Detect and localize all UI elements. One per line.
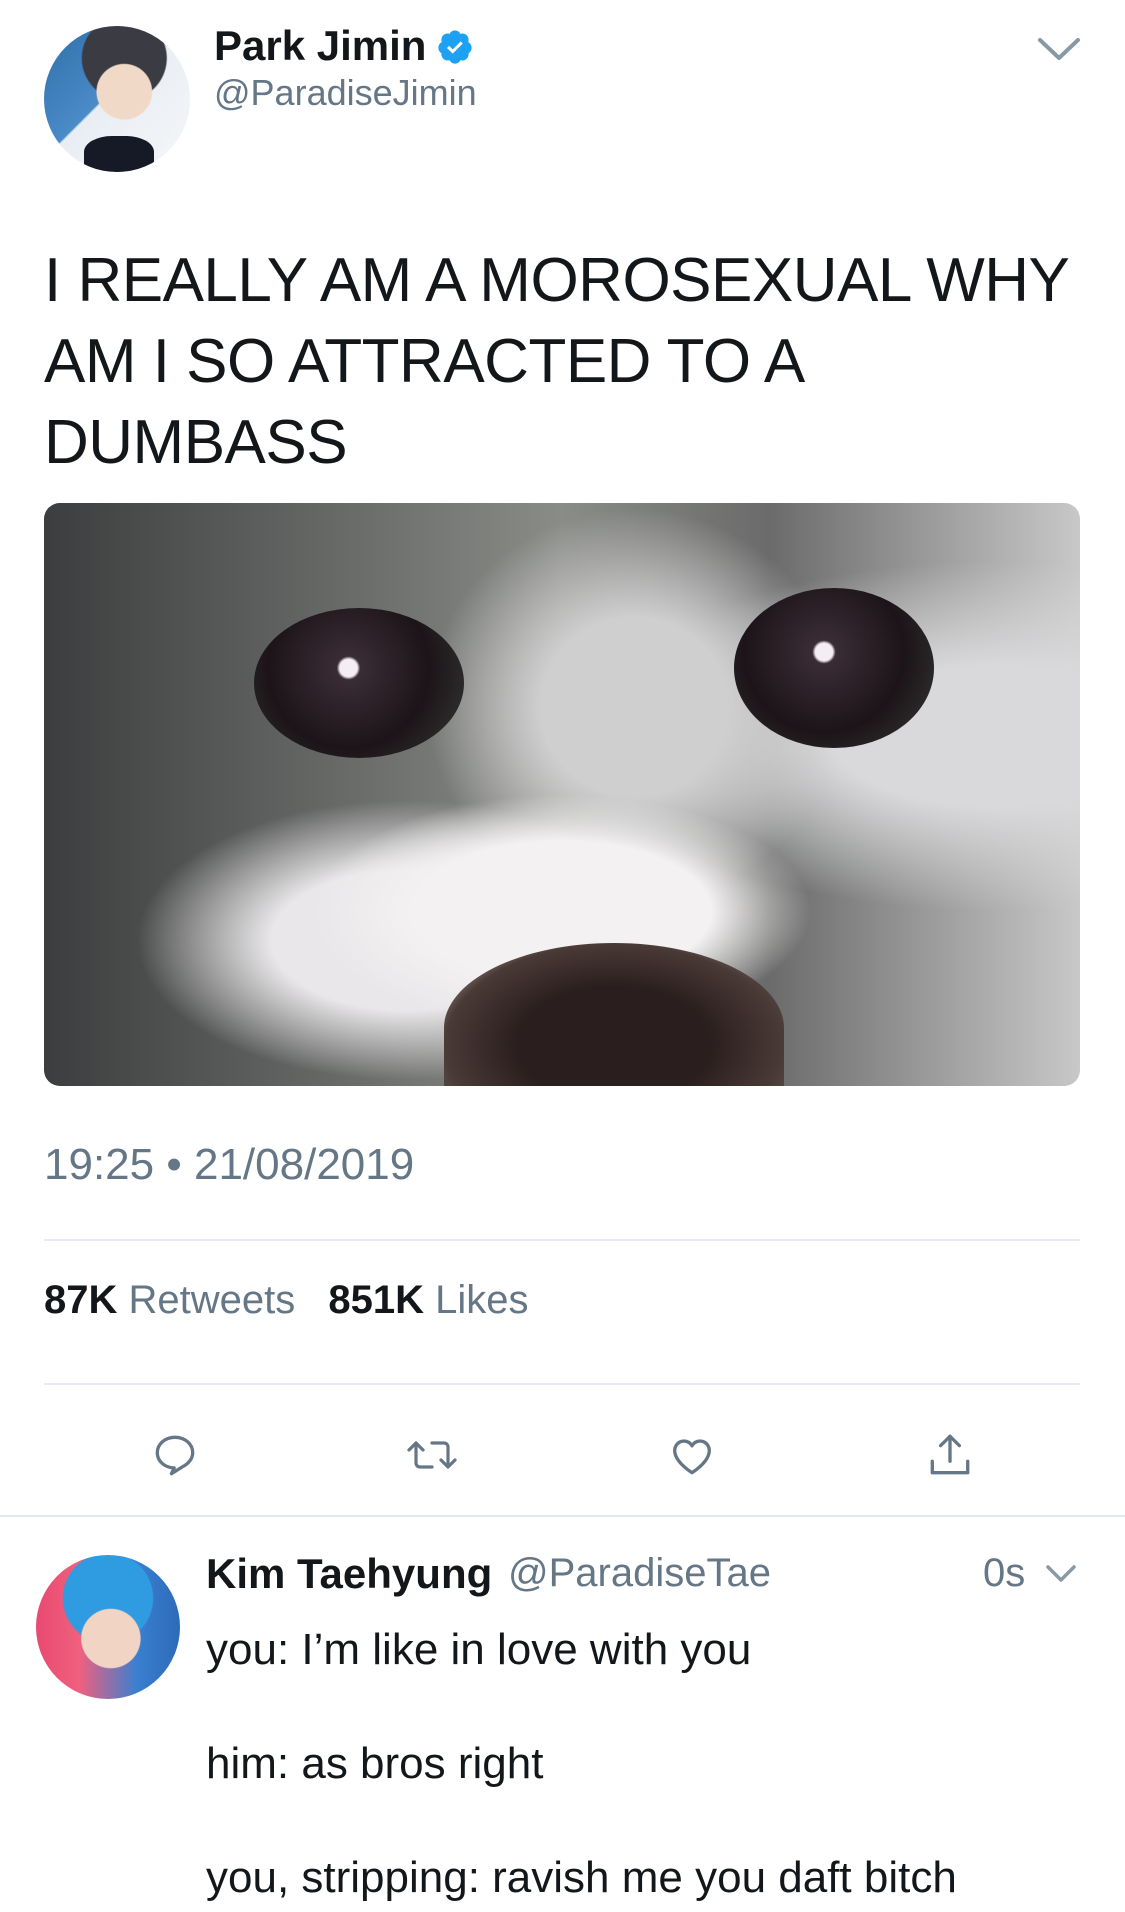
- chevron-down-icon[interactable]: [1034, 34, 1084, 64]
- image-cat-eye-left: [254, 608, 464, 758]
- retweets-label[interactable]: Retweets: [129, 1278, 296, 1322]
- like-button[interactable]: [662, 1425, 722, 1485]
- tweet-time: 19:25: [44, 1140, 155, 1189]
- reply-icon: [155, 1435, 195, 1476]
- author-name[interactable]: Park Jimin: [214, 22, 426, 70]
- verified-badge-icon: [438, 30, 472, 64]
- reply-author-name[interactable]: Kim Taehyung: [206, 1550, 492, 1598]
- reply-author-avatar[interactable]: [36, 1555, 180, 1699]
- author-handle[interactable]: @ParadiseJimin: [214, 72, 477, 114]
- reply-button[interactable]: [145, 1425, 205, 1485]
- tweet-date: 21/08/2019: [193, 1140, 415, 1189]
- reply-text-line: you, stripping: ravish me you daft bitch: [206, 1853, 957, 1902]
- chevron-down-icon[interactable]: [1044, 1563, 1078, 1585]
- timestamp-separator: •: [166, 1140, 182, 1189]
- retweet-button[interactable]: [402, 1425, 462, 1485]
- reply-time: 0s: [983, 1551, 1026, 1595]
- divider: [44, 1239, 1080, 1241]
- divider: [44, 1383, 1080, 1385]
- tweet-stats: 87K Retweets 851K Likes: [44, 1278, 551, 1323]
- tweet-timestamp: 19:25 • 21/08/2019: [44, 1140, 414, 1190]
- image-cat-eye-right: [734, 588, 934, 748]
- reply-text-line: him: as bros right: [206, 1739, 544, 1788]
- reply-tweet[interactable]: Kim Taehyung @ParadiseTae 0s you: I’m li…: [0, 1517, 1125, 1912]
- likes-label[interactable]: Likes: [435, 1278, 528, 1322]
- share-button[interactable]: [920, 1425, 980, 1485]
- reply-text-line: you: I’m like in love with you: [206, 1625, 752, 1674]
- main-tweet: Park Jimin @ParadiseJimin I REALLY AM A …: [0, 0, 1125, 1515]
- retweet-icon: [407, 1441, 457, 1469]
- retweets-count[interactable]: 87K: [44, 1278, 117, 1322]
- reply-author-handle[interactable]: @ParadiseTae: [508, 1551, 771, 1596]
- author-avatar[interactable]: [44, 26, 190, 172]
- like-icon: [673, 1439, 711, 1475]
- likes-count[interactable]: 851K: [328, 1278, 424, 1322]
- tweet-media-image[interactable]: [44, 503, 1080, 1086]
- image-cat-mouth: [444, 943, 784, 1086]
- tweet-text: I REALLY AM A MOROSEXUAL WHY AM I SO ATT…: [44, 246, 1069, 477]
- share-icon: [930, 1434, 970, 1475]
